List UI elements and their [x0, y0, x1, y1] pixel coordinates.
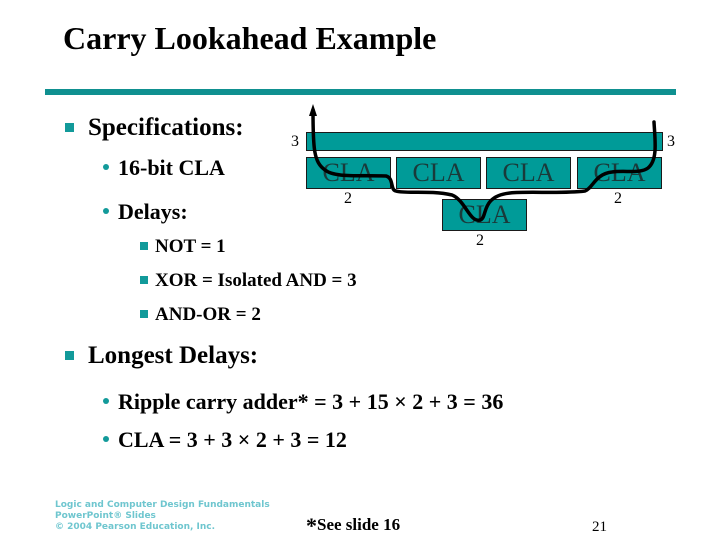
page-number: 21: [592, 519, 607, 535]
longest-delay-text: Ripple carry adder* = 3 + 15 × 2 + 3 = 3…: [118, 389, 504, 414]
publisher-line: Logic and Computer Design Fundamentals: [55, 500, 270, 510]
footnote: *See slide 16: [306, 510, 401, 538]
publisher-line: PowerPoint® Slides: [55, 511, 156, 521]
square-bullet-icon: [65, 351, 74, 360]
round-bullet-icon: [103, 398, 109, 404]
publisher-logo: Logic and Computer Design Fundamentals P…: [55, 500, 270, 533]
publisher-line: © 2004 Pearson Education, Inc.: [55, 522, 216, 532]
footnote-text: See slide 16: [317, 515, 401, 534]
longest-delay-text: CLA = 3 + 3 × 2 + 3 = 12: [118, 427, 347, 452]
longest-delay-item: Ripple carry adder* = 3 + 15 × 2 + 3 = 3…: [103, 389, 504, 415]
arrow-path-icon: [309, 104, 657, 222]
longest-delays-heading-text: Longest Delays:: [88, 342, 259, 369]
footnote-star: *: [306, 513, 317, 538]
longest-delays-heading: Longest Delays:: [65, 342, 259, 370]
longest-delay-item: CLA = 3 + 3 × 2 + 3 = 12: [103, 427, 347, 453]
round-bullet-icon: [103, 436, 109, 442]
